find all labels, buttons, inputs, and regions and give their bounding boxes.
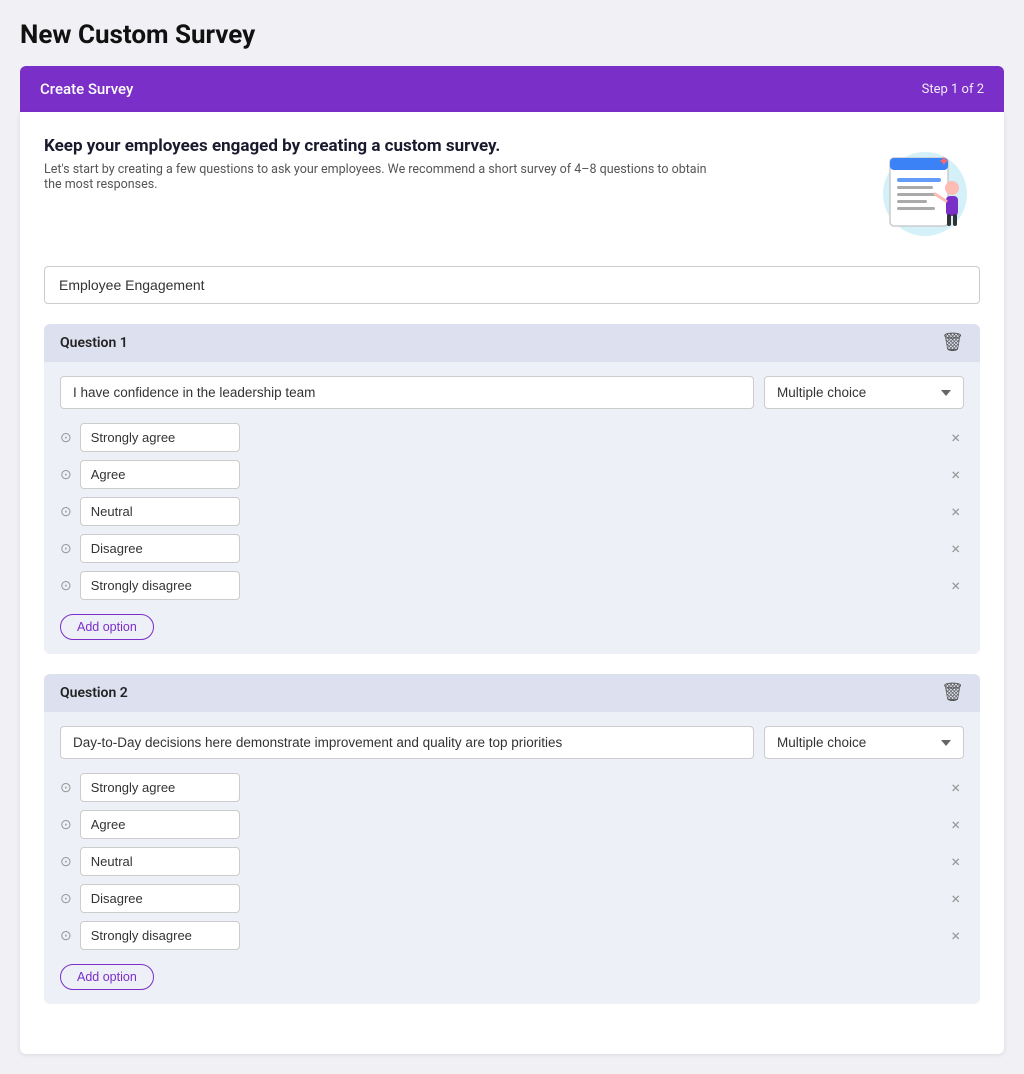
intro-section: Keep your employees engaged by creating … [44,136,980,246]
q2-add-option-button[interactable]: Add option [60,964,154,990]
q2-option-row-1: ⊙ × [60,773,964,802]
q2-option-4-input[interactable] [80,884,240,913]
q1-option-1-drag-icon: ⊙ [60,430,72,446]
question-2-text-input[interactable] [60,726,754,759]
q1-option-5-drag-icon: ⊙ [60,578,72,594]
q1-option-3-remove-icon[interactable]: × [947,502,964,521]
q1-option-row-4: ⊙ × [60,534,964,563]
q1-option-1-input[interactable] [80,423,240,452]
main-card: Keep your employees engaged by creating … [20,112,1004,1054]
q2-option-5-input[interactable] [80,921,240,950]
q2-option-3-remove-icon[interactable]: × [947,852,964,871]
intro-heading: Keep your employees engaged by creating … [44,136,724,156]
question-1-delete-icon[interactable]: 🗑 [941,334,964,352]
question-1-text-input[interactable] [60,376,754,409]
question-2-type-select[interactable]: Multiple choice Short answer Rating [764,726,964,759]
q1-option-1-remove-icon[interactable]: × [947,428,964,447]
q2-option-2-remove-icon[interactable]: × [947,815,964,834]
q1-option-row-2: ⊙ × [60,460,964,489]
q2-option-1-drag-icon: ⊙ [60,780,72,796]
q2-option-row-3: ⊙ × [60,847,964,876]
question-2-delete-icon[interactable]: 🗑 [941,684,964,702]
q1-option-row-5: ⊙ × [60,571,964,600]
q2-option-2-drag-icon: ⊙ [60,817,72,833]
q1-option-row-3: ⊙ × [60,497,964,526]
q1-option-4-remove-icon[interactable]: × [947,539,964,558]
question-2-row: Multiple choice Short answer Rating [60,726,964,759]
q1-option-3-input[interactable] [80,497,240,526]
q1-option-2-drag-icon: ⊙ [60,467,72,483]
question-2-header: Question 2 🗑 [44,674,980,712]
intro-text: Keep your employees engaged by creating … [44,136,724,192]
q2-option-row-4: ⊙ × [60,884,964,913]
q1-option-4-drag-icon: ⊙ [60,541,72,557]
q2-option-4-remove-icon[interactable]: × [947,889,964,908]
q2-option-3-drag-icon: ⊙ [60,854,72,870]
q1-option-5-input[interactable] [80,571,240,600]
q2-option-1-input[interactable] [80,773,240,802]
question-2-content: Multiple choice Short answer Rating ⊙ × … [44,712,980,1004]
wizard-step: Step 1 of 2 [922,82,984,97]
question-2-label: Question 2 [60,685,128,701]
q2-option-2-input[interactable] [80,810,240,839]
q2-option-1-remove-icon[interactable]: × [947,778,964,797]
q2-option-5-drag-icon: ⊙ [60,928,72,944]
intro-description: Let's start by creating a few questions … [44,162,724,192]
question-1-row: Multiple choice Short answer Rating [60,376,964,409]
q2-option-3-input[interactable] [80,847,240,876]
q2-option-4-drag-icon: ⊙ [60,891,72,907]
question-1-type-select[interactable]: Multiple choice Short answer Rating [764,376,964,409]
wizard-header: Create Survey Step 1 of 2 [20,66,1004,112]
survey-name-input[interactable] [44,266,980,304]
q1-option-2-remove-icon[interactable]: × [947,465,964,484]
question-block-1: Question 1 🗑 Multiple choice Short answe… [44,324,980,654]
question-1-header: Question 1 🗑 [44,324,980,362]
illustration: ✦ [870,136,980,246]
page-title: New Custom Survey [20,20,1004,50]
q1-option-4-input[interactable] [80,534,240,563]
q1-option-2-input[interactable] [80,460,240,489]
question-1-label: Question 1 [60,335,128,351]
q2-option-row-5: ⊙ × [60,921,964,950]
q2-option-row-2: ⊙ × [60,810,964,839]
q1-option-5-remove-icon[interactable]: × [947,576,964,595]
question-block-2: Question 2 🗑 Multiple choice Short answe… [44,674,980,1004]
wizard-header-label: Create Survey [40,80,133,98]
q1-add-option-button[interactable]: Add option [60,614,154,640]
q1-option-row-1: ⊙ × [60,423,964,452]
q1-option-3-drag-icon: ⊙ [60,504,72,520]
question-1-content: Multiple choice Short answer Rating ⊙ × … [44,362,980,654]
q2-option-5-remove-icon[interactable]: × [947,926,964,945]
svg-text:✦: ✦ [938,154,950,170]
